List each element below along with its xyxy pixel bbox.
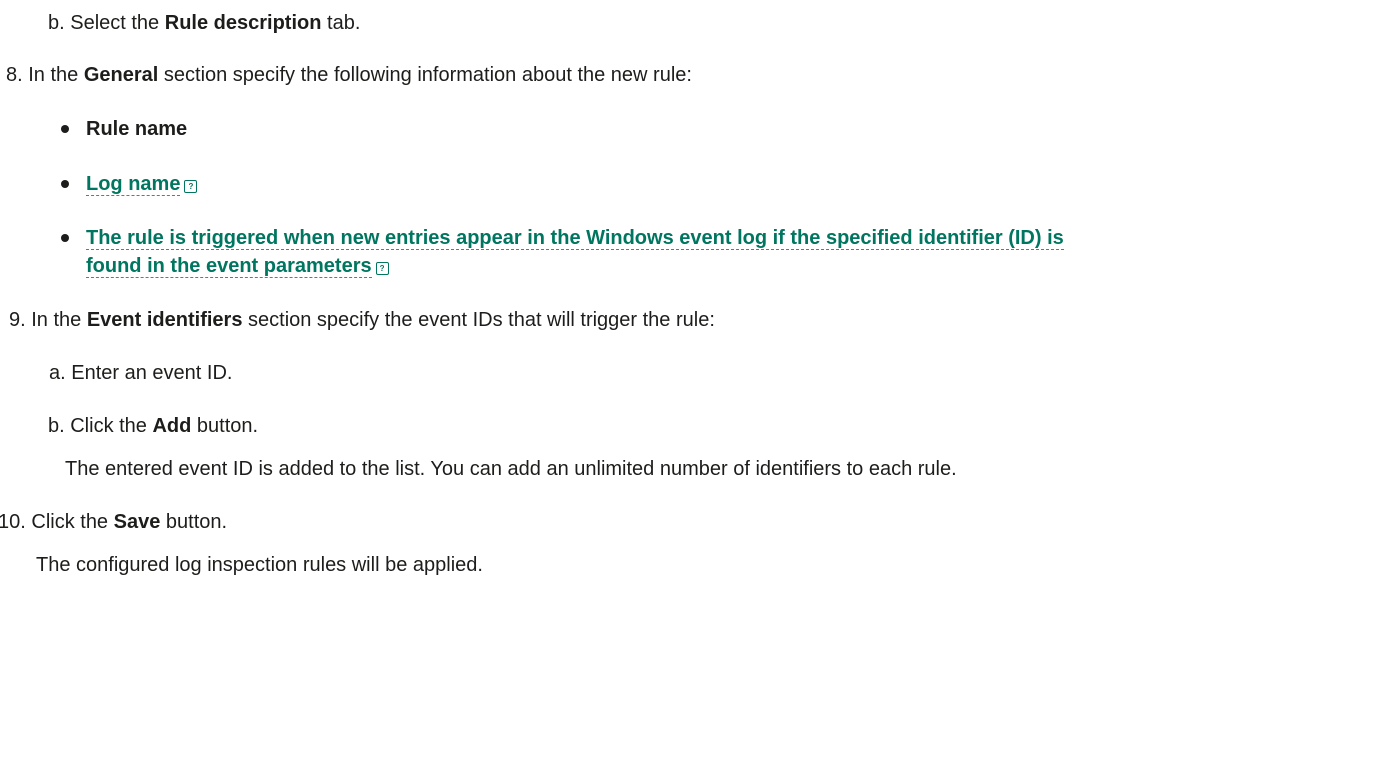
save-button-label: Save <box>113 511 161 533</box>
step-10-number: 10. <box>0 511 26 533</box>
step-8: 8. In the General section specify the fo… <box>6 61 692 89</box>
step-8-prefix: In the <box>22 64 84 86</box>
event-identifiers-section-label: Event identifiers <box>86 309 243 331</box>
general-section-label: General <box>83 64 159 86</box>
log-name-link[interactable]: Log name <box>86 173 181 196</box>
trigger-description-link[interactable]: The rule is triggered when new entries a… <box>86 227 1064 250</box>
step-7b: b. Select the Rule description tab. <box>48 9 360 37</box>
bullet-trigger-line-1: The rule is triggered when new entries a… <box>86 224 1064 252</box>
step-9-number: 9. <box>9 309 26 331</box>
step-9b-note: The entered event ID is added to the lis… <box>65 458 957 480</box>
bullet-dot <box>61 234 69 242</box>
help-icon[interactable]: ? <box>184 180 198 193</box>
help-icon[interactable]: ? <box>375 262 389 275</box>
bullet-dot <box>61 125 69 133</box>
step-9a: a. Enter an event ID. <box>49 362 233 384</box>
step-9-suffix: section specify the event IDs that will … <box>242 309 715 331</box>
step-10: 10. Click the Save button. <box>0 508 227 536</box>
bullet-log-name: Log name? <box>86 170 198 198</box>
step-9-prefix: In the <box>25 309 87 331</box>
step-8-suffix: section specify the following informatio… <box>158 64 692 86</box>
step-9b-prefix: b. Click the <box>48 415 153 437</box>
step-8-number: 8. <box>6 64 23 86</box>
step-10-note: The configured log inspection rules will… <box>36 554 483 576</box>
trigger-description-link-continued[interactable]: found in the event parameters <box>86 255 372 278</box>
step-9b: b. Click the Add button. <box>48 412 258 440</box>
step-9: 9. In the Event identifiers section spec… <box>9 306 715 334</box>
add-button-label: Add <box>152 415 192 437</box>
bullet-trigger-line-2: found in the event parameters? <box>86 252 389 280</box>
step-10-suffix: button. <box>160 511 228 533</box>
step-7b-prefix: b. Select the <box>48 12 165 34</box>
step-7b-suffix: tab. <box>321 12 361 34</box>
bullet-dot <box>61 180 69 188</box>
step-10-prefix: Click the <box>25 511 114 533</box>
step-9b-suffix: button. <box>191 415 259 437</box>
rule-description-tab-label: Rule description <box>164 12 322 34</box>
bullet-rule-name: Rule name <box>86 118 188 140</box>
